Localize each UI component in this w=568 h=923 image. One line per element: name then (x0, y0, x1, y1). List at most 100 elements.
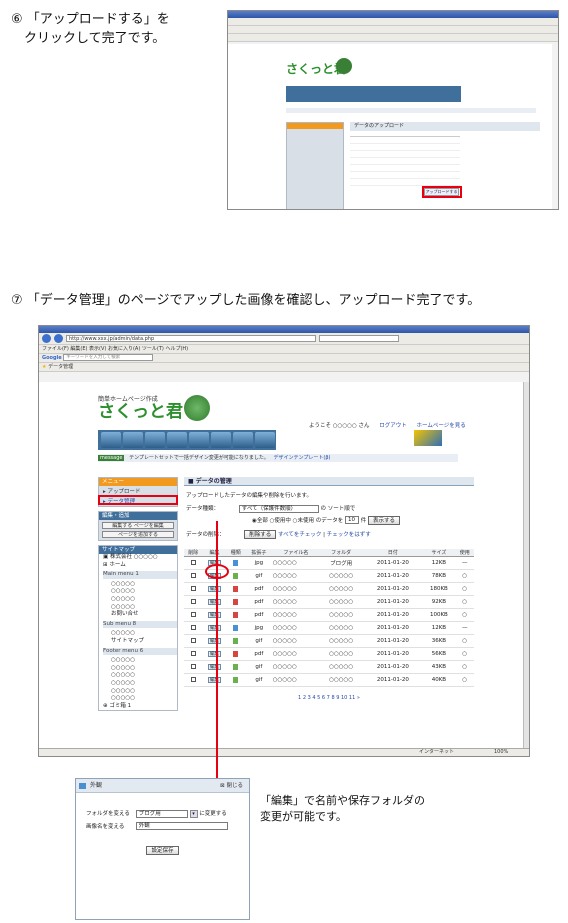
nav-button[interactable] (145, 432, 165, 448)
tree-item[interactable]: ○○○○○ (103, 630, 177, 638)
col-edit: 編集 (202, 548, 227, 557)
row-delete-checkbox[interactable] (190, 612, 196, 617)
table-row: 編集 pdf ○○○○○ ○○○○○ 2011-01-20 100KB ○ (184, 608, 474, 622)
nav-button[interactable] (167, 432, 187, 448)
message-link[interactable]: デザインテンプレート(β) (274, 455, 331, 461)
site-logo[interactable]: さくっと君 (98, 402, 183, 422)
row-delete-checkbox[interactable] (190, 599, 196, 604)
row-edit-button[interactable]: 編集 (208, 586, 221, 592)
cell-size: 100KB (422, 608, 456, 622)
browser-tab-row: ★ データ管理 (39, 363, 529, 372)
row-delete-checkbox[interactable] (190, 638, 196, 643)
tree-home[interactable]: ⊞ ホーム (103, 562, 177, 570)
message-bar: message テンプレートセットで一括デザイン変更が可能になりました。 デザイ… (98, 454, 458, 462)
tree-item[interactable]: ○○○○○ (103, 695, 177, 703)
tree-item[interactable]: ○○○○○ (103, 657, 177, 665)
row-edit-button[interactable]: 編集 (208, 651, 221, 657)
browser-title-bar (39, 326, 529, 333)
main-navbar (98, 430, 276, 450)
radio-unused[interactable]: ○未使用 (293, 518, 314, 524)
menu-help[interactable]: ヘルプ(H) (165, 346, 188, 352)
name-row: 画像名を変える 外観 (86, 822, 249, 830)
brand-logo-icon (414, 430, 442, 446)
zoom-level[interactable]: 100% (494, 749, 508, 756)
menu-favorites[interactable]: お気に入り(A) (108, 346, 140, 352)
dialog-close[interactable]: ⊠ 閉じる (220, 779, 243, 793)
view-homepage-link[interactable]: ホームページを見る (417, 423, 466, 429)
row-delete-checkbox[interactable] (190, 651, 196, 656)
forward-icon[interactable] (54, 334, 63, 343)
logout-link[interactable]: ログアウト (379, 423, 407, 429)
step7-instruction: ⑦ 「データ管理」のページでアップした画像を確認し、アップロード完了です。 (11, 291, 480, 310)
tree-item[interactable]: お問い合せ (103, 611, 177, 619)
nav-button[interactable] (233, 432, 253, 448)
folder-select[interactable]: ブログ用 (135, 809, 188, 818)
back-icon[interactable] (42, 334, 51, 343)
row-edit-button[interactable]: 編集 (208, 625, 221, 631)
radio-all[interactable]: ◉全部 (252, 518, 268, 524)
kind-select[interactable]: すべて（保護件数順） (238, 504, 319, 513)
tree-item[interactable]: ○○○○○ (103, 588, 177, 596)
tree-item[interactable]: ○○○○○ (103, 680, 177, 688)
favorites-star-icon[interactable]: ★ (42, 364, 46, 370)
tree-sub-menu[interactable]: Sub menu 8 (103, 620, 177, 629)
save-settings-button[interactable]: 設定保存 (146, 846, 179, 855)
row-delete-checkbox[interactable] (190, 586, 196, 591)
tree-item[interactable]: サイトマップ (103, 638, 177, 646)
row-delete-checkbox[interactable] (190, 560, 196, 565)
nav-button[interactable] (123, 432, 143, 448)
address-bar[interactable]: http://www.xxx.jp/admin/data.php (66, 335, 316, 342)
row-delete-checkbox[interactable] (190, 573, 196, 578)
row-delete-checkbox[interactable] (190, 625, 196, 630)
nav-button[interactable] (211, 432, 231, 448)
uncheck-all-link[interactable]: チェックをはずす (327, 532, 371, 538)
count-select[interactable]: 10 (345, 516, 359, 524)
cell-filename: ○○○○○ (272, 647, 319, 661)
tree-item[interactable]: ○○○○○ (103, 581, 177, 589)
tree-main-menu[interactable]: Main menu 1 (103, 571, 177, 579)
add-page-button[interactable]: ページを追加する (102, 531, 174, 538)
row-edit-button[interactable]: 編集 (208, 664, 221, 670)
kind-label: データ種類： (186, 506, 220, 512)
search-box[interactable] (319, 335, 399, 342)
radio-suffix: のデータを (315, 517, 344, 524)
small-title-bar (228, 11, 558, 18)
col-type: 種類 (226, 548, 246, 557)
menu-tools[interactable]: ツール(T) (142, 346, 164, 352)
nav-button[interactable] (255, 432, 275, 448)
tree-item[interactable]: ○○○○○ (103, 665, 177, 673)
browser-window: http://www.xxx.jp/admin/data.php ファイル(F)… (38, 325, 530, 757)
row-edit-button[interactable]: 編集 (208, 677, 221, 683)
row-edit-button[interactable]: 編集 (208, 599, 221, 605)
menu-edit[interactable]: 編集(E) (70, 346, 87, 352)
row-delete-checkbox[interactable] (190, 677, 196, 682)
bulk-delete-button[interactable]: 削除する (244, 529, 277, 539)
radio-used[interactable]: ○使用中 (270, 518, 291, 524)
check-all-link[interactable]: すべてをチェック (278, 532, 321, 538)
chevron-down-icon[interactable]: ▾ (189, 809, 198, 818)
row-edit-button[interactable]: 編集 (208, 612, 221, 618)
tree-item[interactable]: ○○○○○ (103, 688, 177, 696)
pager[interactable]: 1 2 3 4 5 6 7 8 9 10 11 » (184, 695, 474, 701)
data-mgmt-highlight (98, 495, 178, 505)
google-search-input[interactable]: キーワードを入力して検索 (63, 354, 154, 361)
image-name-input[interactable]: 外観 (135, 822, 228, 830)
row-delete-checkbox[interactable] (190, 664, 196, 669)
vertical-scrollbar[interactable] (523, 382, 529, 748)
tree-item[interactable]: ○○○○○ (103, 596, 177, 604)
nav-button[interactable] (101, 432, 121, 448)
menu-view[interactable]: 表示(V) (89, 346, 106, 352)
tree-company[interactable]: ▣ 株式会社 ○○○○○ (103, 554, 177, 562)
tab-title[interactable]: データ管理 (48, 364, 73, 370)
cell-date: 2011-01-20 (363, 660, 423, 674)
tree-trash[interactable]: ⊕ ゴミ箱 1 (103, 703, 177, 711)
tree-item[interactable]: ○○○○○ (103, 672, 177, 680)
menu-file[interactable]: ファイル(F) (42, 346, 69, 352)
nav-button[interactable] (189, 432, 209, 448)
table-row: 編集 pdf ○○○○○ ○○○○○ 2011-01-20 180KB ○ (184, 582, 474, 596)
show-button[interactable]: 表示する (368, 515, 401, 525)
edit-page-button[interactable]: 編集する ページを編集 (102, 522, 174, 529)
row-edit-button[interactable]: 編集 (208, 638, 221, 644)
user-area: ようこそ ○○○○○ さん ログアウト ホームページを見る (309, 421, 466, 429)
tree-footer-menu[interactable]: Footer menu 6 (103, 647, 177, 656)
